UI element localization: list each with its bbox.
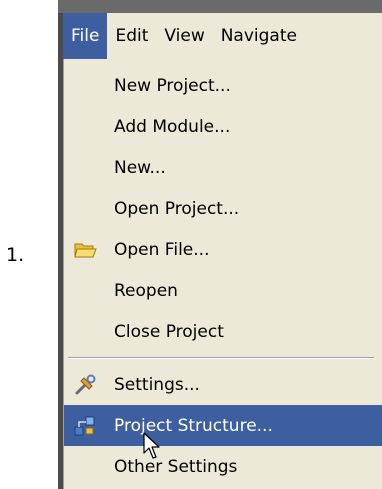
ide-window: File Edit View Navigate New Project... A…: [58, 0, 382, 489]
menu-item-add-module[interactable]: Add Module...: [64, 106, 382, 147]
menu-view[interactable]: View: [156, 13, 212, 59]
menu-bar: File Edit View Navigate: [63, 13, 382, 59]
menu-item-label: New Project...: [114, 75, 231, 96]
menu-item-open-project[interactable]: Open Project...: [64, 188, 382, 229]
menu-separator: [64, 352, 382, 364]
menu-item-label: Open Project...: [114, 198, 240, 219]
menu-item-label: Settings...: [114, 374, 200, 395]
menu-item-label: New...: [114, 157, 166, 178]
menu-item-label: Reopen: [114, 280, 178, 301]
menu-item-settings[interactable]: Settings...: [64, 364, 382, 405]
folder-open-icon: [74, 243, 97, 258]
menu-item-new[interactable]: New...: [64, 147, 382, 188]
menu-item-other-settings[interactable]: Other Settings: [64, 446, 382, 487]
menu-navigate[interactable]: Navigate: [213, 13, 305, 59]
step-number: 1.: [6, 244, 25, 266]
menu-item-label: Close Project: [114, 321, 224, 342]
file-menu-dropdown: New Project... Add Module... New... Open…: [63, 59, 382, 489]
tutorial-screenshot: 1. File Edit View Navigate New Project..…: [0, 0, 382, 489]
settings-tools-icon: [75, 374, 96, 395]
menu-item-label: Add Module...: [114, 116, 231, 137]
menu-item-open-file[interactable]: Open File...: [64, 229, 382, 270]
menu-item-label: Open File...: [114, 239, 210, 260]
menu-item-close-project[interactable]: Close Project: [64, 311, 382, 352]
window-top-edge: [58, 0, 382, 13]
project-structure-icon: [74, 416, 95, 436]
menu-edit[interactable]: Edit: [107, 13, 156, 59]
menu-item-new-project[interactable]: New Project...: [64, 65, 382, 106]
menu-file[interactable]: File: [63, 13, 108, 59]
menu-item-reopen[interactable]: Reopen: [64, 270, 382, 311]
mouse-pointer-icon: [143, 432, 160, 459]
menu-item-label: Other Settings: [114, 456, 238, 477]
menu-item-label: Project Structure...: [114, 415, 273, 436]
menu-item-project-structure[interactable]: Project Structure...: [64, 405, 382, 446]
